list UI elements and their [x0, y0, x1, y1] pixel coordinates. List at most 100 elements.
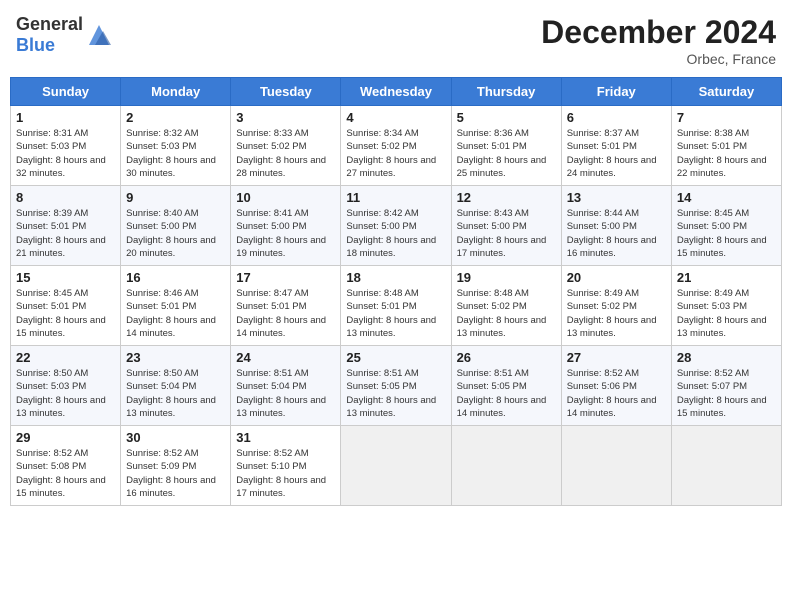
header-saturday: Saturday: [671, 78, 781, 106]
logo-text: General Blue: [16, 14, 83, 56]
calendar-cell: 12 Sunrise: 8:43 AMSunset: 5:00 PMDayligh…: [451, 186, 561, 266]
day-number: 20: [567, 270, 666, 285]
cell-info: Sunrise: 8:34 AMSunset: 5:02 PMDaylight:…: [346, 127, 445, 180]
logo-blue: Blue: [16, 35, 55, 55]
cell-info: Sunrise: 8:37 AMSunset: 5:01 PMDaylight:…: [567, 127, 666, 180]
day-number: 14: [677, 190, 776, 205]
calendar-cell: 21Sunrise: 8:49 AMSunset: 5:03 PMDayligh…: [671, 266, 781, 346]
day-number: 5: [457, 110, 556, 125]
day-number: 8: [16, 190, 115, 205]
calendar-cell: 31 Sunrise: 8:52 AMSunset: 5:10 PMDayligh…: [231, 426, 341, 506]
calendar-cell: 24Sunrise: 8:51 AMSunset: 5:04 PMDayligh…: [231, 346, 341, 426]
cell-info: Sunrise: 8:45 AMSunset: 5:00 PMDaylight:…: [677, 207, 776, 260]
day-number: 7: [677, 110, 776, 125]
calendar-cell: [451, 426, 561, 506]
calendar-cell: 18Sunrise: 8:48 AMSunset: 5:01 PMDayligh…: [341, 266, 451, 346]
day-number: 3: [236, 110, 335, 125]
calendar-table: SundayMondayTuesdayWednesdayThursdayFrid…: [10, 77, 782, 506]
calendar-cell: 11 Sunrise: 8:42 AMSunset: 5:00 PMDayligh…: [341, 186, 451, 266]
cell-info: Sunrise: 8:52 AMSunset: 5:07 PMDaylight:…: [677, 367, 776, 420]
header-monday: Monday: [121, 78, 231, 106]
header-tuesday: Tuesday: [231, 78, 341, 106]
cell-info: Sunrise: 8:32 AMSunset: 5:03 PMDaylight:…: [126, 127, 225, 180]
day-number: 30: [126, 430, 225, 445]
cell-info: Sunrise: 8:43 AMSunset: 5:00 PMDaylight:…: [457, 207, 556, 260]
logo: General Blue: [16, 14, 113, 56]
day-number: 17: [236, 270, 335, 285]
cell-info: Sunrise: 8:40 AMSunset: 5:00 PMDaylight:…: [126, 207, 225, 260]
cell-info: Sunrise: 8:33 AMSunset: 5:02 PMDaylight:…: [236, 127, 335, 180]
cell-info: Sunrise: 8:49 AMSunset: 5:02 PMDaylight:…: [567, 287, 666, 340]
calendar-cell: [561, 426, 671, 506]
week-row-5: 29 Sunrise: 8:52 AMSunset: 5:08 PMDayligh…: [11, 426, 782, 506]
cell-info: Sunrise: 8:42 AMSunset: 5:00 PMDaylight:…: [346, 207, 445, 260]
day-number: 15: [16, 270, 115, 285]
cell-info: Sunrise: 8:46 AMSunset: 5:01 PMDaylight:…: [126, 287, 225, 340]
header-wednesday: Wednesday: [341, 78, 451, 106]
calendar-cell: 28 Sunrise: 8:52 AMSunset: 5:07 PMDayligh…: [671, 346, 781, 426]
cell-info: Sunrise: 8:52 AMSunset: 5:09 PMDaylight:…: [126, 447, 225, 500]
cell-info: Sunrise: 8:52 AMSunset: 5:10 PMDaylight:…: [236, 447, 335, 500]
cell-info: Sunrise: 8:44 AMSunset: 5:00 PMDaylight:…: [567, 207, 666, 260]
day-number: 2: [126, 110, 225, 125]
day-number: 31: [236, 430, 335, 445]
calendar-cell: 7 Sunrise: 8:38 AMSunset: 5:01 PMDaylight…: [671, 106, 781, 186]
calendar-cell: 25Sunrise: 8:51 AMSunset: 5:05 PMDayligh…: [341, 346, 451, 426]
calendar-cell: 16Sunrise: 8:46 AMSunset: 5:01 PMDayligh…: [121, 266, 231, 346]
day-number: 27: [567, 350, 666, 365]
calendar-cell: 27 Sunrise: 8:52 AMSunset: 5:06 PMDayligh…: [561, 346, 671, 426]
header-friday: Friday: [561, 78, 671, 106]
day-number: 22: [16, 350, 115, 365]
day-number: 11: [346, 190, 445, 205]
week-row-3: 15 Sunrise: 8:45 AMSunset: 5:01 PMDayligh…: [11, 266, 782, 346]
cell-info: Sunrise: 8:51 AMSunset: 5:05 PMDaylight:…: [457, 367, 556, 420]
cell-info: Sunrise: 8:36 AMSunset: 5:01 PMDaylight:…: [457, 127, 556, 180]
day-number: 4: [346, 110, 445, 125]
day-number: 12: [457, 190, 556, 205]
cell-info: Sunrise: 8:50 AMSunset: 5:03 PMDaylight:…: [16, 367, 115, 420]
calendar-cell: 23 Sunrise: 8:50 AMSunset: 5:04 PMDayligh…: [121, 346, 231, 426]
day-number: 28: [677, 350, 776, 365]
logo-general: General: [16, 14, 83, 34]
calendar-cell: 20 Sunrise: 8:49 AMSunset: 5:02 PMDayligh…: [561, 266, 671, 346]
day-number: 29: [16, 430, 115, 445]
calendar-cell: 19Sunrise: 8:48 AMSunset: 5:02 PMDayligh…: [451, 266, 561, 346]
day-number: 25: [346, 350, 445, 365]
day-number: 24: [236, 350, 335, 365]
calendar-cell: 1 Sunrise: 8:31 AMSunset: 5:03 PMDaylight…: [11, 106, 121, 186]
week-row-2: 8 Sunrise: 8:39 AMSunset: 5:01 PMDaylight…: [11, 186, 782, 266]
calendar-cell: 2 Sunrise: 8:32 AMSunset: 5:03 PMDaylight…: [121, 106, 231, 186]
calendar-cell: 10Sunrise: 8:41 AMSunset: 5:00 PMDayligh…: [231, 186, 341, 266]
calendar-cell: 26 Sunrise: 8:51 AMSunset: 5:05 PMDayligh…: [451, 346, 561, 426]
calendar-cell: [671, 426, 781, 506]
calendar-cell: 3 Sunrise: 8:33 AMSunset: 5:02 PMDaylight…: [231, 106, 341, 186]
day-number: 9: [126, 190, 225, 205]
calendar-cell: 5 Sunrise: 8:36 AMSunset: 5:01 PMDaylight…: [451, 106, 561, 186]
week-row-4: 22 Sunrise: 8:50 AMSunset: 5:03 PMDayligh…: [11, 346, 782, 426]
calendar-cell: 30 Sunrise: 8:52 AMSunset: 5:09 PMDayligh…: [121, 426, 231, 506]
day-number: 1: [16, 110, 115, 125]
calendar-cell: 4 Sunrise: 8:34 AMSunset: 5:02 PMDaylight…: [341, 106, 451, 186]
calendar-cell: [341, 426, 451, 506]
cell-info: Sunrise: 8:45 AMSunset: 5:01 PMDaylight:…: [16, 287, 115, 340]
calendar-header: SundayMondayTuesdayWednesdayThursdayFrid…: [11, 78, 782, 106]
cell-info: Sunrise: 8:39 AMSunset: 5:01 PMDaylight:…: [16, 207, 115, 260]
header-row: SundayMondayTuesdayWednesdayThursdayFrid…: [11, 78, 782, 106]
logo-icon: [85, 21, 113, 49]
header-thursday: Thursday: [451, 78, 561, 106]
cell-info: Sunrise: 8:31 AMSunset: 5:03 PMDaylight:…: [16, 127, 115, 180]
day-number: 23: [126, 350, 225, 365]
day-number: 18: [346, 270, 445, 285]
calendar-cell: 15 Sunrise: 8:45 AMSunset: 5:01 PMDayligh…: [11, 266, 121, 346]
day-number: 26: [457, 350, 556, 365]
cell-info: Sunrise: 8:49 AMSunset: 5:03 PMDaylight:…: [677, 287, 776, 340]
cell-info: Sunrise: 8:52 AMSunset: 5:06 PMDaylight:…: [567, 367, 666, 420]
calendar-cell: 13 Sunrise: 8:44 AMSunset: 5:00 PMDayligh…: [561, 186, 671, 266]
day-number: 13: [567, 190, 666, 205]
calendar-body: 1 Sunrise: 8:31 AMSunset: 5:03 PMDaylight…: [11, 106, 782, 506]
cell-info: Sunrise: 8:41 AMSunset: 5:00 PMDaylight:…: [236, 207, 335, 260]
cell-info: Sunrise: 8:38 AMSunset: 5:01 PMDaylight:…: [677, 127, 776, 180]
cell-info: Sunrise: 8:50 AMSunset: 5:04 PMDaylight:…: [126, 367, 225, 420]
cell-info: Sunrise: 8:52 AMSunset: 5:08 PMDaylight:…: [16, 447, 115, 500]
week-row-1: 1 Sunrise: 8:31 AMSunset: 5:03 PMDaylight…: [11, 106, 782, 186]
